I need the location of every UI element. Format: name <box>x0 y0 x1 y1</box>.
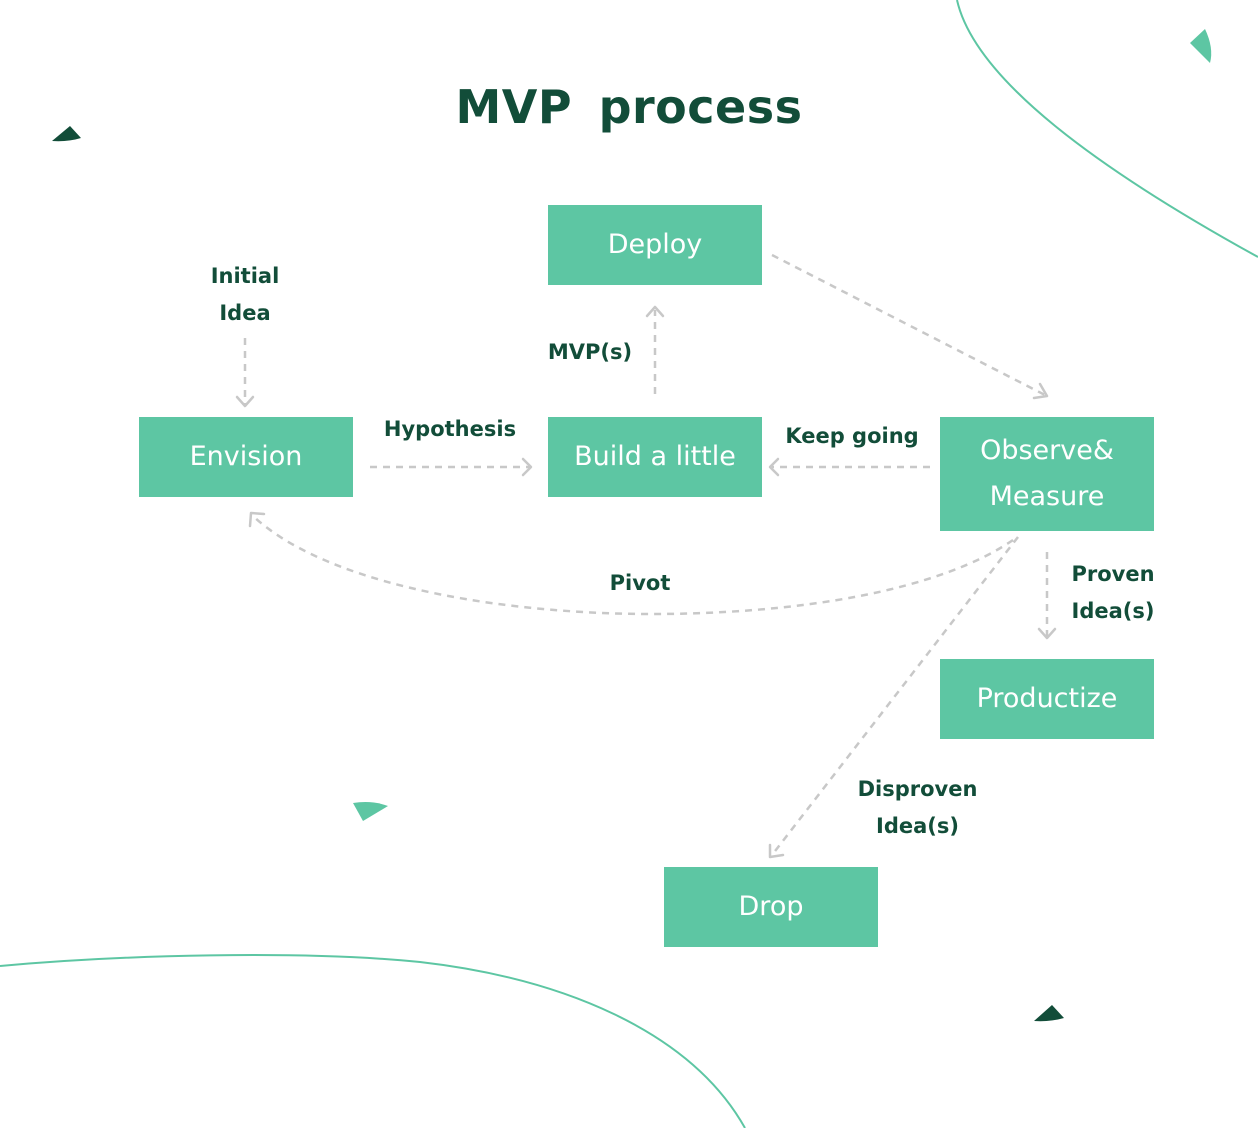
node-envision-label: Envision <box>189 441 303 472</box>
node-observe-label-line2: Measure <box>989 481 1105 512</box>
node-productize-label: Productize <box>976 683 1118 714</box>
label-pivot: Pivot <box>609 571 671 595</box>
node-productize[interactable]: Productize <box>940 659 1154 739</box>
page-title: MVP process <box>455 80 803 134</box>
arrow-deploy-to-observe <box>771 253 1046 397</box>
label-disproven-ideas: Disproven Idea(s) <box>845 771 990 845</box>
node-drop[interactable]: Drop <box>664 867 878 947</box>
decor-curve-bottom <box>0 954 746 1128</box>
node-build-label: Build a little <box>574 441 736 472</box>
label-keep-going: Keep going <box>785 424 919 448</box>
label-initial-line2: Idea <box>219 301 271 325</box>
label-initial-line1: Initial <box>210 264 280 288</box>
label-mvps: MVP(s) <box>547 340 633 364</box>
arrowhead-observe-top <box>1032 382 1049 400</box>
decor-leaf-light-2 <box>353 802 388 821</box>
node-observe-measure[interactable]: Observe& Measure <box>940 417 1154 531</box>
node-build-a-little[interactable]: Build a little <box>548 417 762 497</box>
label-disproven-line1: Disproven <box>857 777 978 801</box>
label-hypothesis: Hypothesis <box>383 417 517 441</box>
node-envision[interactable]: Envision <box>139 417 353 497</box>
node-deploy[interactable]: Deploy <box>548 205 762 285</box>
node-deploy-label: Deploy <box>607 229 703 260</box>
label-proven-line2: Idea(s) <box>1071 599 1155 623</box>
node-observe-label-line1: Observe& <box>980 435 1114 466</box>
decor-leaf-dark-2 <box>1034 1005 1064 1022</box>
label-initial-idea: Initial Idea <box>185 258 305 332</box>
label-disproven-line2: Idea(s) <box>876 814 959 838</box>
label-proven-line1: Proven <box>1071 562 1155 586</box>
decor-leaf-light-1 <box>1190 29 1212 63</box>
label-proven-ideas: Proven Idea(s) <box>1058 556 1168 630</box>
node-drop-label: Drop <box>738 891 804 922</box>
arrowhead-envision <box>235 395 255 408</box>
